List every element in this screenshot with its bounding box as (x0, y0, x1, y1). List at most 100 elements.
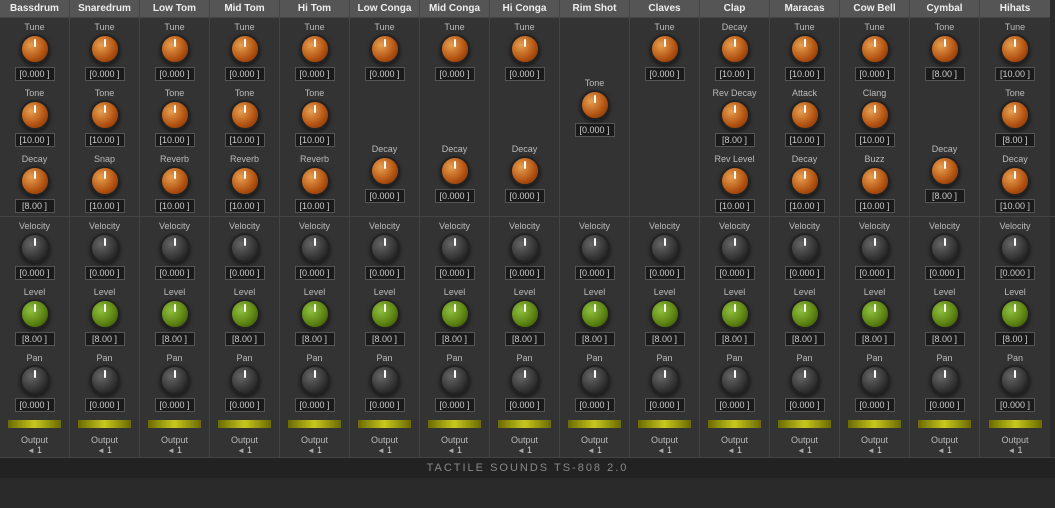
velocity-knob-9[interactable] (650, 233, 680, 263)
value-box-11-1[interactable]: [10.00 ] (785, 133, 825, 147)
knob-12-1[interactable] (860, 100, 890, 130)
knob-0-1[interactable] (20, 100, 50, 130)
velocity-knob-10[interactable] (720, 233, 750, 263)
value-box-4-0[interactable]: [0.000 ] (295, 67, 335, 81)
fader-13[interactable] (917, 419, 972, 429)
value-box-10-0[interactable]: [10.00 ] (715, 67, 755, 81)
pan-knob-12[interactable] (860, 365, 890, 395)
fader-8[interactable] (567, 419, 622, 429)
knob-3-1[interactable] (230, 100, 260, 130)
value-box-11-0[interactable]: [10.00 ] (785, 67, 825, 81)
pan-value-14[interactable]: [0.000 ] (995, 398, 1035, 412)
level-value-10[interactable]: [8.00 ] (715, 332, 755, 346)
fader-6[interactable] (427, 419, 482, 429)
velocity-knob-14[interactable] (1000, 233, 1030, 263)
fader-0[interactable] (7, 419, 62, 429)
knob-4-2[interactable] (300, 166, 330, 196)
level-value-1[interactable]: [8.00 ] (85, 332, 125, 346)
level-value-8[interactable]: [8.00 ] (575, 332, 615, 346)
pan-value-1[interactable]: [0.000 ] (85, 398, 125, 412)
level-knob-14[interactable] (1000, 299, 1030, 329)
velocity-value-14[interactable]: [0.000 ] (995, 266, 1035, 280)
value-box-6-0[interactable]: [0.000 ] (435, 67, 475, 81)
fader-11[interactable] (777, 419, 832, 429)
velocity-value-4[interactable]: [0.000 ] (295, 266, 335, 280)
knob-3-2[interactable] (230, 166, 260, 196)
fader-2[interactable] (147, 419, 202, 429)
level-value-6[interactable]: [8.00 ] (435, 332, 475, 346)
value-box-1-0[interactable]: [0.000 ] (85, 67, 125, 81)
level-value-5[interactable]: [8.00 ] (365, 332, 405, 346)
value-box-12-1[interactable]: [10.00 ] (855, 133, 895, 147)
knob-12-0[interactable] (860, 34, 890, 64)
pan-knob-10[interactable] (720, 365, 750, 395)
pan-value-7[interactable]: [0.000 ] (505, 398, 545, 412)
value-box-14-0[interactable]: [10.00 ] (995, 67, 1035, 81)
output-prev-7[interactable]: ◄ (517, 446, 525, 455)
value-box-4-1[interactable]: [10.00 ] (295, 133, 335, 147)
value-box-3-2[interactable]: [10.00 ] (225, 199, 265, 213)
output-prev-4[interactable]: ◄ (307, 446, 315, 455)
level-value-3[interactable]: [8.00 ] (225, 332, 265, 346)
velocity-value-9[interactable]: [0.000 ] (645, 266, 685, 280)
value-box-2-0[interactable]: [0.000 ] (155, 67, 195, 81)
pan-value-12[interactable]: [0.000 ] (855, 398, 895, 412)
output-prev-13[interactable]: ◄ (937, 446, 945, 455)
level-value-2[interactable]: [8.00 ] (155, 332, 195, 346)
output-prev-0[interactable]: ◄ (27, 446, 35, 455)
level-knob-10[interactable] (720, 299, 750, 329)
knob-14-0[interactable] (1000, 34, 1030, 64)
velocity-knob-1[interactable] (90, 233, 120, 263)
velocity-value-2[interactable]: [0.000 ] (155, 266, 195, 280)
knob-4-0[interactable] (300, 34, 330, 64)
pan-value-3[interactable]: [0.000 ] (225, 398, 265, 412)
velocity-value-0[interactable]: [0.000 ] (15, 266, 55, 280)
output-prev-1[interactable]: ◄ (97, 446, 105, 455)
level-value-12[interactable]: [8.00 ] (855, 332, 895, 346)
fader-10[interactable] (707, 419, 762, 429)
level-value-13[interactable]: [8.00 ] (925, 332, 965, 346)
level-knob-5[interactable] (370, 299, 400, 329)
value-box-13-0[interactable]: [8.00 ] (925, 67, 965, 81)
knob-7-2[interactable] (510, 156, 540, 186)
level-knob-9[interactable] (650, 299, 680, 329)
pan-value-10[interactable]: [0.000 ] (715, 398, 755, 412)
pan-value-0[interactable]: [0.000 ] (15, 398, 55, 412)
value-box-1-1[interactable]: [10.00 ] (85, 133, 125, 147)
output-prev-6[interactable]: ◄ (447, 446, 455, 455)
knob-10-2[interactable] (720, 166, 750, 196)
level-value-14[interactable]: [8.00 ] (995, 332, 1035, 346)
knob-14-1[interactable] (1000, 100, 1030, 130)
pan-knob-3[interactable] (230, 365, 260, 395)
knob-4-1[interactable] (300, 100, 330, 130)
pan-value-13[interactable]: [0.000 ] (925, 398, 965, 412)
velocity-value-13[interactable]: [0.000 ] (925, 266, 965, 280)
knob-11-1[interactable] (790, 100, 820, 130)
pan-knob-5[interactable] (370, 365, 400, 395)
velocity-value-5[interactable]: [0.000 ] (365, 266, 405, 280)
knob-2-1[interactable] (160, 100, 190, 130)
pan-knob-7[interactable] (510, 365, 540, 395)
pan-value-5[interactable]: [0.000 ] (365, 398, 405, 412)
fader-1[interactable] (77, 419, 132, 429)
value-box-11-2[interactable]: [10.00 ] (785, 199, 825, 213)
velocity-knob-2[interactable] (160, 233, 190, 263)
fader-9[interactable] (637, 419, 692, 429)
knob-11-2[interactable] (790, 166, 820, 196)
velocity-knob-6[interactable] (440, 233, 470, 263)
velocity-value-10[interactable]: [0.000 ] (715, 266, 755, 280)
pan-knob-2[interactable] (160, 365, 190, 395)
value-box-2-2[interactable]: [10.00 ] (155, 199, 195, 213)
pan-knob-9[interactable] (650, 365, 680, 395)
value-box-4-2[interactable]: [10.00 ] (295, 199, 335, 213)
value-box-5-0[interactable]: [0.000 ] (365, 67, 405, 81)
level-value-9[interactable]: [8.00 ] (645, 332, 685, 346)
value-box-6-2[interactable]: [0.000 ] (435, 189, 475, 203)
value-box-10-2[interactable]: [10.00 ] (715, 199, 755, 213)
value-box-0-2[interactable]: [8.00 ] (15, 199, 55, 213)
velocity-knob-0[interactable] (20, 233, 50, 263)
pan-knob-11[interactable] (790, 365, 820, 395)
pan-value-8[interactable]: [0.000 ] (575, 398, 615, 412)
fader-4[interactable] (287, 419, 342, 429)
velocity-knob-12[interactable] (860, 233, 890, 263)
